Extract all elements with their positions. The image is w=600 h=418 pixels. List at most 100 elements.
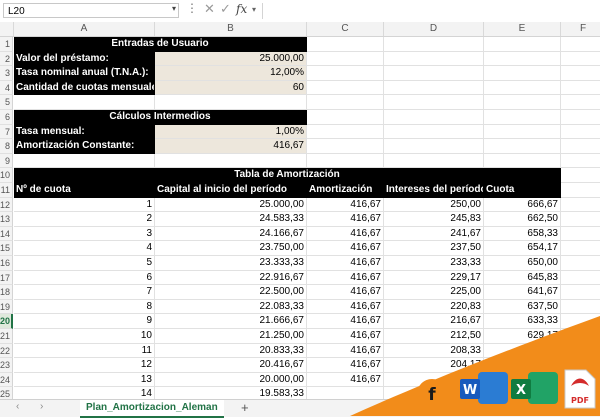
cell-e[interactable] [484, 153, 561, 169]
table-cell[interactable]: 220,83 [384, 299, 484, 315]
table-cell[interactable]: 208,33 [384, 343, 484, 359]
table-cell[interactable]: 662,50 [484, 212, 561, 227]
intermediate-label[interactable]: Amortización Constante: [14, 139, 155, 154]
table-cell[interactable]: 212,50 [384, 329, 484, 344]
column-header-f[interactable]: F [561, 22, 600, 36]
row-header[interactable]: 16 [0, 256, 13, 271]
table-header-cell[interactable]: Nº de cuota [14, 183, 155, 198]
table-cell[interactable] [484, 358, 561, 373]
table-cell[interactable] [384, 372, 484, 388]
select-all-corner[interactable] [0, 22, 14, 36]
cell-c[interactable] [307, 95, 384, 110]
cell-d[interactable] [384, 153, 484, 169]
cell-f[interactable] [561, 300, 600, 315]
cell-f[interactable] [561, 52, 600, 67]
table-cell[interactable] [484, 387, 561, 399]
table-cell[interactable]: 650,00 [484, 256, 561, 271]
cell-f[interactable] [561, 329, 600, 344]
table-cell[interactable]: 20.833,33 [155, 343, 307, 359]
row-header[interactable]: 6 [0, 110, 13, 125]
worksheet-grid[interactable]: 1 Entradas de Usuario 2 Valor del préstamo:… [0, 37, 600, 399]
table-cell[interactable]: 6 [14, 270, 155, 286]
chevron-down-icon[interactable]: ▾ [172, 4, 176, 13]
cell-e[interactable] [484, 37, 561, 52]
table-cell[interactable]: 22.500,00 [155, 285, 307, 300]
table-cell[interactable]: 241,67 [384, 226, 484, 242]
table-cell[interactable]: 629,17 [484, 329, 561, 344]
input-label[interactable]: Valor del préstamo: [14, 51, 155, 67]
row-header[interactable]: 10 [0, 168, 13, 183]
table-cell[interactable]: 416,67 [307, 343, 384, 359]
cell-c[interactable] [307, 80, 384, 96]
table-cell[interactable]: 216,67 [384, 314, 484, 329]
row-header[interactable]: 21 [0, 329, 13, 344]
input-value[interactable]: 12,00% [155, 66, 307, 81]
table-cell[interactable]: 416,67 [307, 256, 384, 271]
row-header[interactable]: 5 [0, 95, 13, 110]
cell-c[interactable] [307, 66, 384, 81]
cell-a[interactable] [14, 153, 155, 169]
row-header[interactable]: 19 [0, 299, 13, 315]
cell-f[interactable] [561, 139, 600, 154]
row-header[interactable]: 24 [0, 372, 13, 388]
table-cell[interactable]: 9 [14, 314, 155, 329]
table-cell[interactable] [384, 387, 484, 399]
table-cell[interactable]: 250,00 [384, 197, 484, 213]
inputs-section-title[interactable]: Entradas de Usuario [14, 37, 307, 52]
cell-b[interactable] [155, 153, 307, 169]
table-header-cell[interactable]: Amortización [307, 183, 384, 198]
table-cell[interactable]: 204,17 [384, 358, 484, 373]
cell-f[interactable] [561, 37, 600, 52]
row-header[interactable]: 25 [0, 387, 13, 399]
cell-f[interactable] [561, 256, 600, 271]
cell-f[interactable] [561, 271, 600, 286]
cell-f[interactable] [561, 344, 600, 359]
row-header[interactable]: 20 [0, 314, 13, 329]
row-header[interactable]: 18 [0, 285, 13, 300]
cell-a[interactable] [14, 95, 155, 110]
cell-e[interactable] [484, 110, 561, 125]
column-header-c[interactable]: C [307, 22, 384, 36]
cell-e[interactable] [484, 139, 561, 154]
row-header[interactable]: 8 [0, 139, 13, 154]
table-cell[interactable]: 416,67 [307, 285, 384, 300]
cell-e[interactable] [484, 124, 561, 140]
intermediate-value[interactable]: 1,00% [155, 124, 307, 140]
table-cell[interactable]: 416,67 [307, 358, 384, 373]
cell-d[interactable] [384, 80, 484, 96]
table-cell[interactable]: 23.333,33 [155, 256, 307, 271]
table-cell[interactable]: 22.916,67 [155, 270, 307, 286]
row-header[interactable]: 11 [0, 183, 13, 198]
table-cell[interactable]: 4 [14, 241, 155, 256]
cell-d[interactable] [384, 124, 484, 140]
table-cell[interactable]: 14 [14, 387, 155, 399]
cell-c[interactable] [307, 37, 384, 52]
table-cell[interactable]: 24.583,33 [155, 212, 307, 227]
cell-f[interactable] [561, 198, 600, 213]
row-header[interactable]: 1 [0, 37, 13, 52]
input-value[interactable]: 25.000,00 [155, 51, 307, 67]
table-cell[interactable]: 5 [14, 256, 155, 271]
cell-d[interactable] [384, 66, 484, 81]
row-header[interactable]: 14 [0, 226, 13, 242]
table-header-cell[interactable]: Cuota [484, 183, 561, 198]
input-label[interactable]: Cantidad de cuotas mensuales: [14, 80, 155, 96]
cell-f[interactable] [561, 387, 600, 399]
table-cell[interactable]: 416,67 [307, 197, 384, 213]
table-cell[interactable]: 25.000,00 [155, 197, 307, 213]
table-header-cell[interactable]: Intereses del período [384, 183, 484, 198]
cell-f[interactable] [561, 110, 600, 125]
table-cell[interactable]: 3 [14, 226, 155, 242]
cancel-icon[interactable]: ✕ [204, 1, 215, 17]
column-header-a[interactable]: A [14, 22, 155, 36]
table-cell[interactable]: 654,17 [484, 241, 561, 256]
table-cell[interactable]: 416,67 [307, 329, 384, 344]
amortization-table-title[interactable]: Tabla de Amortización [14, 168, 561, 183]
row-header[interactable]: 2 [0, 51, 13, 67]
table-cell[interactable]: 12 [14, 358, 155, 373]
prev-sheet-icon[interactable]: ‹ [16, 401, 19, 412]
table-cell[interactable]: 625,00 [484, 343, 561, 359]
table-cell[interactable]: 10 [14, 329, 155, 344]
table-cell[interactable]: 8 [14, 299, 155, 315]
cell-b[interactable] [155, 95, 307, 110]
